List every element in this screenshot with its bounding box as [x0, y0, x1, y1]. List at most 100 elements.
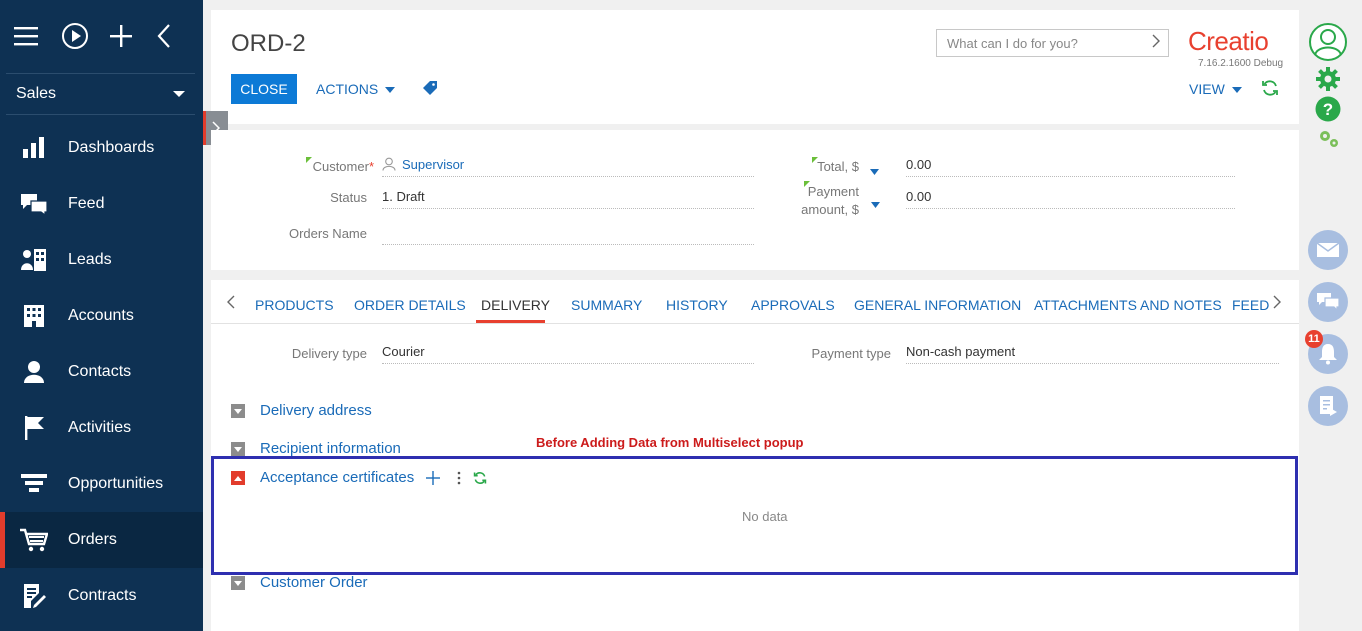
- total-label: Total, $: [817, 159, 859, 174]
- collapse-toggle-icon[interactable]: [231, 442, 245, 456]
- creatio-logo: Creatio: [1188, 26, 1269, 56]
- customer-field[interactable]: Supervisor: [382, 155, 754, 177]
- tab-delivery[interactable]: DELIVERY: [481, 297, 550, 313]
- customer-label: Customer*: [312, 159, 374, 174]
- settings-gear-icon[interactable]: [1316, 67, 1340, 94]
- group-delivery-address[interactable]: Delivery address: [260, 402, 372, 419]
- orders-name-field[interactable]: [382, 223, 754, 245]
- activities-icon: [20, 414, 48, 442]
- contracts-icon: [20, 582, 48, 610]
- add-icon[interactable]: [109, 16, 156, 56]
- notification-count-badge: 11: [1305, 330, 1323, 348]
- sidebar-item-label: Contacts: [68, 363, 132, 380]
- total-field[interactable]: 0.00: [906, 155, 1235, 177]
- tabs-scroll-left-icon[interactable]: [227, 295, 235, 314]
- payment-amount-label-line2: amount, $: [801, 202, 859, 217]
- collapse-toggle-icon[interactable]: [231, 404, 245, 418]
- status-field[interactable]: 1. Draft: [382, 187, 754, 209]
- chat-icon[interactable]: [1308, 282, 1348, 322]
- contacts-icon: [20, 358, 48, 386]
- actions-button[interactable]: ACTIONS: [316, 81, 396, 97]
- tab-approvals[interactable]: APPROVALS: [751, 297, 835, 313]
- active-tab-indicator: [476, 320, 545, 323]
- svg-text:?: ?: [1323, 100, 1333, 119]
- orders-name-label: Orders Name: [288, 226, 367, 241]
- customer-value[interactable]: Supervisor: [402, 157, 464, 172]
- sidebar-item-accounts[interactable]: Accounts: [0, 288, 203, 344]
- sidebar-item-label: Opportunities: [68, 475, 164, 492]
- delivery-type-field[interactable]: Courier: [382, 342, 754, 364]
- group-customer-order[interactable]: Customer Order: [260, 574, 368, 591]
- sidebar-item-activities[interactable]: Activities: [0, 400, 203, 456]
- sidebar-item-label: Accounts: [68, 307, 134, 324]
- chevron-right-icon[interactable]: [1152, 34, 1160, 51]
- tabs-scroll-right-icon[interactable]: [1273, 295, 1281, 314]
- user-icon: [382, 157, 396, 171]
- tab-order-details[interactable]: ORDER DETAILS: [354, 297, 466, 313]
- collapse-icon[interactable]: [156, 16, 203, 56]
- caret-down-icon: [385, 87, 396, 94]
- email-icon[interactable]: [1308, 230, 1348, 270]
- page-title: ORD-2: [231, 30, 306, 57]
- sidebar-item-label: Contracts: [68, 587, 137, 604]
- payment-amount-label-line1: Payment: [807, 184, 859, 199]
- chevron-down-icon: [173, 91, 185, 97]
- close-button[interactable]: CLOSE: [231, 74, 297, 104]
- process-run-icon[interactable]: [61, 16, 108, 56]
- sidebar-item-contracts[interactable]: Contracts: [0, 568, 203, 624]
- total-dropdown-icon[interactable]: [870, 163, 879, 178]
- search-placeholder: What can I do for you?: [947, 35, 1078, 51]
- payment-amount-field[interactable]: 0.00: [906, 187, 1235, 209]
- annotation-highlight-box: [211, 456, 1298, 575]
- tag-icon[interactable]: [423, 81, 437, 98]
- sidebar-item-label: Activities: [68, 419, 132, 436]
- sidebar-item-dashboards[interactable]: Dashboards: [0, 120, 203, 176]
- delivery-type-label: Delivery type: [291, 346, 367, 361]
- refresh-icon[interactable]: [1261, 79, 1279, 100]
- tab-general-information[interactable]: GENERAL INFORMATION: [854, 297, 1021, 313]
- tab-attachments-and-notes[interactable]: ATTACHMENTS AND NOTES: [1034, 297, 1222, 313]
- opportunities-icon: [20, 470, 48, 498]
- tab-feed[interactable]: FEED: [1232, 297, 1269, 313]
- feed-icon: [20, 190, 48, 218]
- right-rail: ? 11: [1303, 0, 1362, 631]
- sidebar-item-label: Dashboards: [68, 139, 155, 156]
- caret-down-icon: [1231, 87, 1242, 94]
- annotation-caption: Before Adding Data from Multiselect popu…: [536, 435, 804, 450]
- sidebar-item-opportunities[interactable]: Opportunities: [0, 456, 203, 512]
- view-button[interactable]: VIEW: [1189, 81, 1242, 97]
- dashboards-icon: [20, 134, 48, 162]
- orders-icon: [20, 526, 48, 554]
- sidebar-item-label: Orders: [68, 531, 117, 548]
- status-label: Status: [330, 190, 367, 205]
- version-label: 7.16.2.1600 Debug: [1198, 58, 1284, 69]
- leads-icon: [20, 246, 48, 274]
- tab-summary[interactable]: SUMMARY: [571, 297, 642, 313]
- order-fields: Customer* Supervisor Status 1. Draft Ord…: [211, 130, 1299, 270]
- avatar[interactable]: [1308, 22, 1348, 65]
- sidebar-item-feed[interactable]: Feed: [0, 176, 203, 232]
- command-search-input[interactable]: What can I do for you?: [936, 29, 1169, 57]
- menu-icon[interactable]: [14, 16, 61, 56]
- payment-type-label: Payment type: [811, 346, 892, 361]
- group-recipient-information[interactable]: Recipient information: [260, 440, 401, 457]
- collapse-toggle-icon[interactable]: [231, 576, 245, 590]
- sidebar-item-leads[interactable]: Leads: [0, 232, 203, 288]
- sidebar-item-label: Leads: [68, 251, 112, 268]
- payment-dropdown-icon[interactable]: [871, 196, 880, 211]
- help-icon[interactable]: ?: [1315, 96, 1341, 125]
- actions-label: ACTIONS: [316, 81, 379, 97]
- sidebar-item-contacts[interactable]: Contacts: [0, 344, 203, 400]
- tab-history[interactable]: HISTORY: [666, 297, 728, 313]
- accounts-icon: [20, 302, 48, 330]
- payment-type-field[interactable]: Non-cash payment: [906, 342, 1279, 364]
- system-designer-icon[interactable]: [1317, 128, 1341, 153]
- process-log-icon[interactable]: [1308, 386, 1348, 426]
- workspace-selector[interactable]: Sales: [6, 73, 195, 115]
- workspace-label: Sales: [16, 85, 57, 102]
- tab-bar: PRODUCTS ORDER DETAILS DELIVERY SUMMARY …: [211, 280, 1299, 324]
- view-label: VIEW: [1189, 81, 1225, 97]
- tab-products[interactable]: PRODUCTS: [255, 297, 334, 313]
- sidebar-item-label: Feed: [68, 195, 105, 212]
- sidebar-item-orders[interactable]: Orders: [0, 512, 203, 568]
